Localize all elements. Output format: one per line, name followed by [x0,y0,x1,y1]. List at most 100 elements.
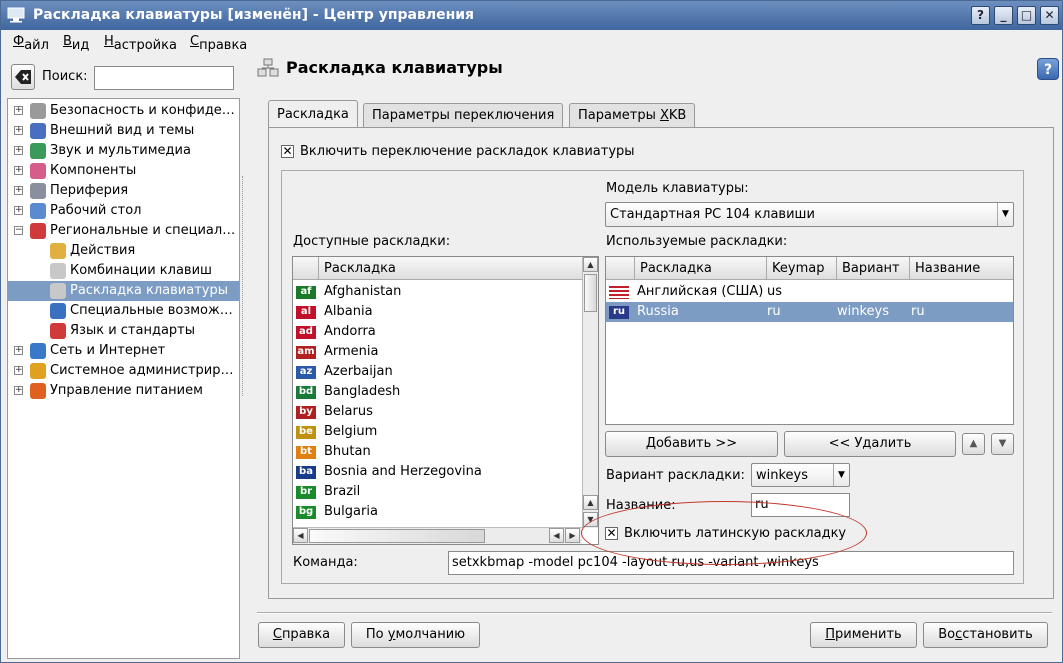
scroll-right-icon[interactable]: ▶ [565,528,580,543]
tab-xkb-options[interactable]: Параметры XKB [569,103,696,128]
tab-switch-options[interactable]: Параметры переключения [363,103,564,128]
table-row[interactable]: ru Russia ru winkeys ru [606,302,1013,322]
expand-icon[interactable]: + [14,346,23,355]
list-item[interactable]: be Belgium [293,422,582,442]
scroll-up-icon[interactable]: ▲ [583,495,598,510]
flag-icon: bd [296,386,316,399]
tree-item[interactable]: + Безопасность и конфиде… [8,101,239,121]
chevron-down-icon: ▼ [997,203,1013,226]
remove-layout-button[interactable]: << Удалить [784,431,956,457]
layout-name: Bhutan [324,444,371,459]
used-layouts-list[interactable]: Раскладка Keymap Вариант Название Англий… [605,256,1014,425]
collapse-icon[interactable]: − [14,226,23,235]
menu-view[interactable]: Вид [63,34,89,53]
apply-button[interactable]: Применить [810,622,917,648]
flag-icon: az [296,366,316,379]
minimize-button[interactable]: _ [994,6,1013,25]
restore-button[interactable]: Восстановить [923,622,1048,648]
list-item[interactable]: ad Andorra [293,322,582,342]
tree-item[interactable]: Раскладка клавиатуры [8,281,239,301]
category-icon [50,303,66,319]
menu-file[interactable]: Файл [13,34,49,53]
tree-item[interactable]: + Управление питанием [8,381,239,401]
tree-item[interactable]: Язык и стандарты [8,321,239,341]
available-layouts-list[interactable]: Раскладка af Afghanistan al Albania ad Andorr… [292,256,599,545]
list-item[interactable]: by Belarus [293,402,582,422]
close-button[interactable]: ✕ [1040,6,1059,25]
scroll-down-icon[interactable]: ▼ [583,512,598,527]
tree-item[interactable]: + Звук и мультимедиа [8,141,239,161]
tree-item[interactable]: + Внешний вид и темы [8,121,239,141]
tree-item-label: Управление питанием [50,383,203,398]
flag-icon: br [296,486,316,499]
move-up-icon[interactable]: ▲ [962,433,985,455]
help-title-button[interactable]: ? [971,6,990,25]
move-down-icon[interactable]: ▼ [991,433,1014,455]
tree-item[interactable]: Комбинации клавиш [8,261,239,281]
column-header-name[interactable]: Название [910,257,1013,280]
column-header-variant[interactable]: Вариант [837,257,910,280]
splitter-handle[interactable] [242,176,244,396]
maximize-button[interactable]: □ [1017,6,1036,25]
command-field[interactable]: setxkbmap -model pc104 -layout ru,us -va… [448,551,1014,575]
search-input[interactable] [94,66,234,90]
column-header-layout[interactable]: Раскладка [319,257,582,280]
vertical-scrollbar[interactable]: ▲ ▲ ▼ [582,257,598,528]
category-icon [30,143,46,159]
expand-icon[interactable]: + [14,366,23,375]
list-item[interactable]: af Afghanistan [293,282,582,302]
add-layout-button[interactable]: Добавить >> [605,431,778,457]
help-icon[interactable]: ? [1037,58,1059,80]
tree-item[interactable]: + Компоненты [8,161,239,181]
menu-help[interactable]: Справка [190,34,247,53]
list-item[interactable]: bg Bulgaria [293,502,582,522]
title-bar[interactable]: Раскладка клавиатуры [изменён] - Центр у… [1,1,1062,30]
variant-combobox[interactable]: winkeys ▼ [751,463,850,487]
tree-item[interactable]: + Системное администрир… [8,361,239,381]
expand-icon[interactable]: + [14,166,23,175]
tree-item[interactable]: + Рабочий стол [8,201,239,221]
tab-layout[interactable]: Раскладка [268,100,358,128]
list-item[interactable]: br Brazil [293,482,582,502]
tree-item[interactable]: Специальные возмож… [8,301,239,321]
scroll-up-icon[interactable]: ▲ [583,257,598,272]
enable-switch-checkbox[interactable]: ✕ [281,145,294,158]
tree-item[interactable]: + Сеть и Интернет [8,341,239,361]
scroll-thumb[interactable] [584,274,597,312]
expand-icon[interactable]: + [14,106,23,115]
tree-item[interactable]: − Региональные и специал… [8,221,239,241]
list-item[interactable]: bd Bangladesh [293,382,582,402]
expand-icon[interactable]: + [14,126,23,135]
list-item[interactable]: bt Bhutan [293,442,582,462]
menu-settings[interactable]: Настройка [104,34,177,53]
layout-name: Bangladesh [324,384,401,399]
table-row[interactable]: Английская (США) us [606,282,1013,302]
expand-icon[interactable]: + [14,186,23,195]
cell-keymap: ru [767,304,781,319]
defaults-button[interactable]: По умолчанию [351,622,480,648]
layout-name-input[interactable]: ru [751,493,850,517]
column-header-keymap[interactable]: Keymap [767,257,837,280]
list-item[interactable]: al Albania [293,302,582,322]
model-combobox[interactable]: Стандартная PC 104 клавиши ▼ [605,202,1014,227]
scroll-left-icon[interactable]: ◀ [293,528,308,543]
tree-item[interactable]: + Периферия [8,181,239,201]
expand-icon[interactable]: + [14,206,23,215]
horizontal-scrollbar[interactable]: ◀ ◀ ▶ [293,527,582,544]
list-item[interactable]: ba Bosnia and Herzegovina [293,462,582,482]
clear-search-button[interactable] [11,64,35,90]
list-item[interactable]: am Armenia [293,342,582,362]
list-item[interactable]: az Azerbaijan [293,362,582,382]
expand-icon[interactable]: + [14,386,23,395]
tree-item[interactable]: Действия [8,241,239,261]
latin-layout-label: Включить латинскую раскладку [624,526,847,541]
hscroll-thumb[interactable] [309,529,485,543]
scroll-left-icon[interactable]: ◀ [549,528,564,543]
flag-icon: be [296,426,316,439]
layout-name: Brazil [324,484,361,499]
page-title: Раскладка клавиатуры [286,58,503,77]
expand-icon[interactable]: + [14,146,23,155]
help-button[interactable]: Справка [258,622,345,648]
latin-layout-checkbox[interactable]: ✕ [605,527,618,540]
column-header-layout[interactable]: Раскладка [635,257,767,280]
